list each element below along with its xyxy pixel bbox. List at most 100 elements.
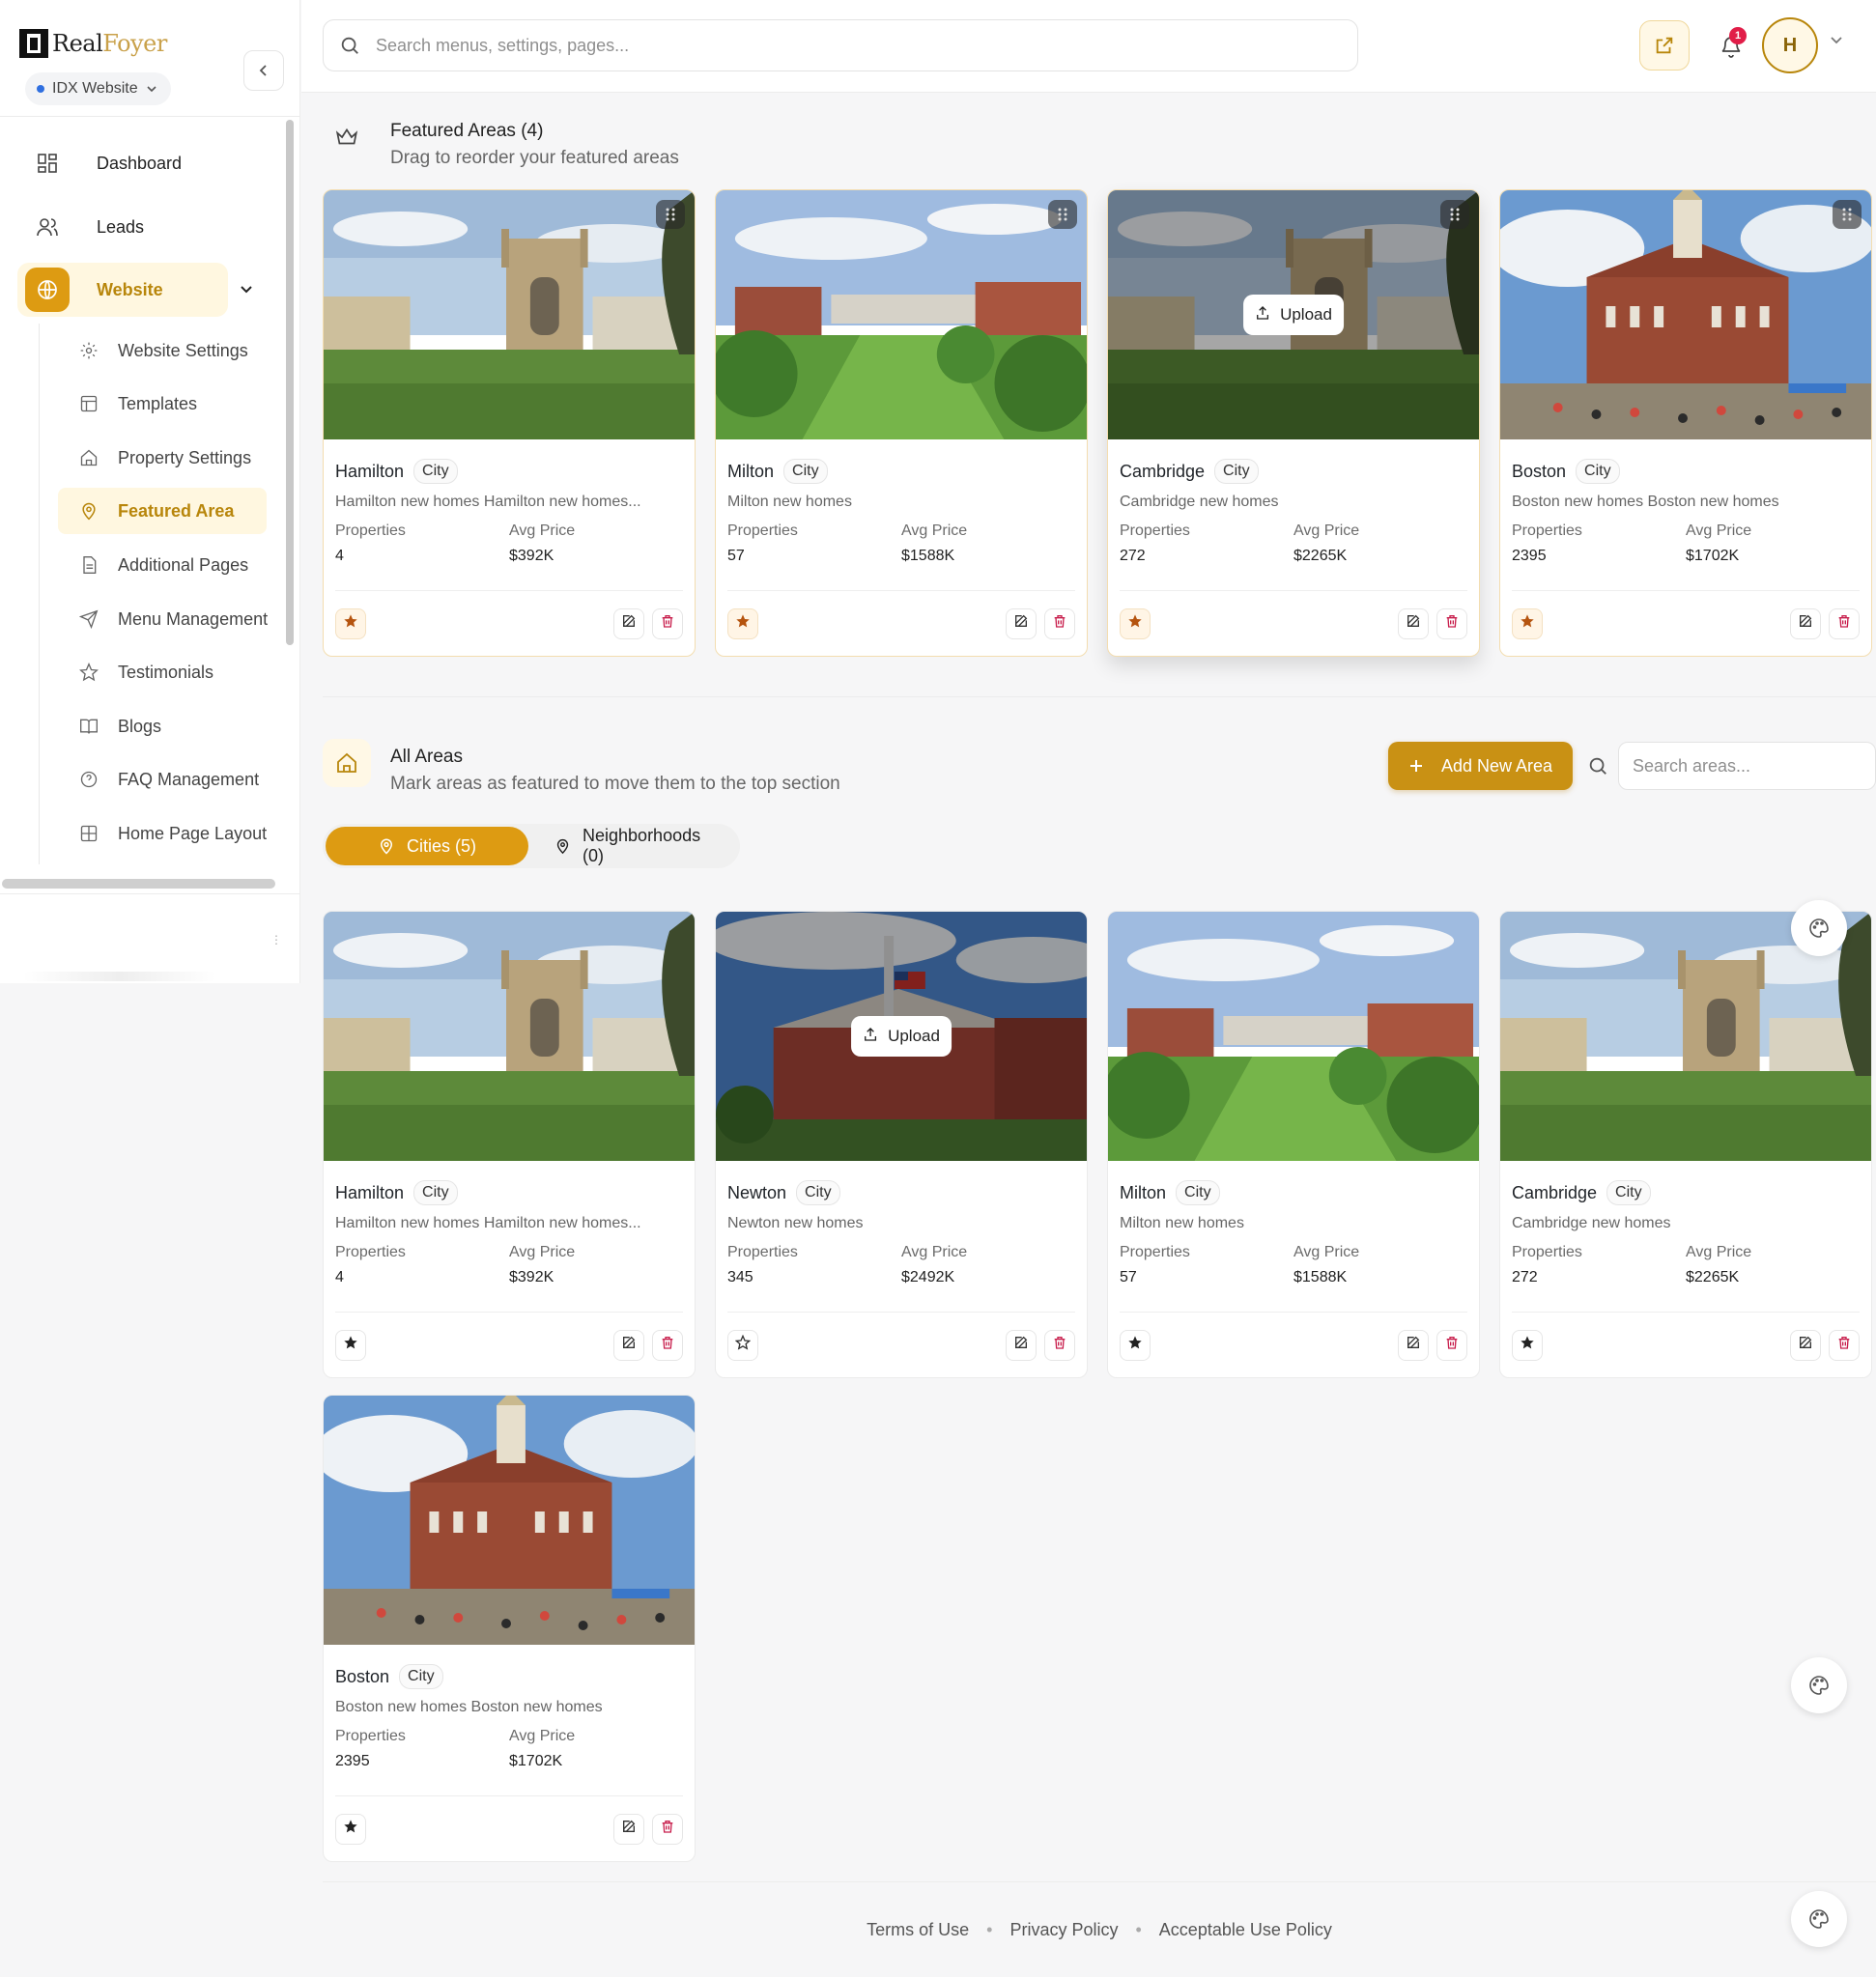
- feature-toggle-button[interactable]: [1120, 1329, 1151, 1361]
- area-image[interactable]: [1500, 190, 1871, 439]
- gear-icon: [80, 342, 98, 359]
- area-image[interactable]: Upload: [716, 912, 1087, 1161]
- sidebar-item-website-settings[interactable]: Website Settings: [58, 327, 286, 374]
- area-card[interactable]: Milton City Milton new homes Properties 5…: [1107, 911, 1480, 1378]
- area-image[interactable]: [324, 1396, 695, 1645]
- tab-neighborhoods[interactable]: Neighborhoods (0): [533, 826, 740, 865]
- properties-count: 345: [727, 1269, 753, 1285]
- area-card[interactable]: Hamilton City Hamilton new homes Hamilto…: [323, 911, 696, 1378]
- site-selector-label: IDX Website: [52, 80, 138, 97]
- delete-button[interactable]: [1436, 1329, 1467, 1361]
- feature-toggle-button[interactable]: [1120, 607, 1151, 639]
- delete-button[interactable]: [652, 1329, 683, 1361]
- drag-handle-icon[interactable]: [1440, 200, 1469, 229]
- sidebar-item-website[interactable]: Website: [17, 263, 228, 317]
- edit-button[interactable]: [1006, 1329, 1037, 1361]
- delete-button[interactable]: [652, 1813, 683, 1845]
- area-name: Newton: [727, 1182, 787, 1202]
- search-icon: [1589, 757, 1606, 775]
- area-search[interactable]: [1618, 742, 1876, 790]
- sidebar-item-blogs[interactable]: Blogs: [58, 703, 286, 749]
- edit-button[interactable]: [1398, 1329, 1429, 1361]
- chevron-down-icon[interactable]: [1830, 36, 1843, 45]
- delete-button[interactable]: [1829, 1329, 1860, 1361]
- open-website-button[interactable]: [1639, 20, 1690, 71]
- more-dots-icon[interactable]: ⋮: [270, 933, 282, 946]
- edit-button[interactable]: [1790, 607, 1821, 639]
- sidebar-item-faq-management[interactable]: FAQ Management: [58, 756, 286, 803]
- area-image[interactable]: [716, 190, 1087, 439]
- delete-button[interactable]: [1436, 607, 1467, 639]
- area-card[interactable]: Hamilton City Hamilton new homes Hamilto…: [323, 189, 696, 657]
- area-card[interactable]: Boston City Boston new homes Boston new …: [323, 1395, 696, 1862]
- feature-toggle-button[interactable]: [1512, 1329, 1543, 1361]
- theme-palette-button[interactable]: [1791, 1657, 1847, 1713]
- terms-link[interactable]: Terms of Use: [867, 1920, 969, 1940]
- area-card[interactable]: Upload Newton City Newton new homes Prop…: [715, 911, 1088, 1378]
- sidebar-item-leads[interactable]: Leads: [25, 201, 144, 253]
- avatar[interactable]: H: [1762, 17, 1818, 73]
- drag-handle-icon[interactable]: [1833, 200, 1862, 229]
- feature-toggle-button[interactable]: [335, 1813, 366, 1845]
- sidebar-item-testimonials[interactable]: Testimonials: [58, 649, 286, 695]
- star-outline-icon: [734, 1334, 752, 1355]
- edit-button[interactable]: [613, 1329, 644, 1361]
- sidebar-item-home-page-layout[interactable]: Home Page Layout: [58, 810, 286, 857]
- sidebar-item-additional-pages[interactable]: Additional Pages: [58, 542, 286, 588]
- area-image[interactable]: [1108, 912, 1479, 1161]
- feature-toggle-button[interactable]: [727, 607, 758, 639]
- feature-toggle-button[interactable]: [727, 1329, 758, 1361]
- edit-button[interactable]: [1790, 1329, 1821, 1361]
- edit-button[interactable]: [613, 607, 644, 639]
- area-card[interactable]: Upload Cambridge City Cambridge new home…: [1107, 189, 1480, 657]
- sidebar-item-menu-management[interactable]: Menu Management: [58, 596, 286, 642]
- properties-count: 4: [335, 548, 344, 564]
- theme-palette-button[interactable]: [1791, 900, 1847, 956]
- drag-handle-icon[interactable]: [656, 200, 685, 229]
- add-new-area-button[interactable]: Add New Area: [1388, 742, 1573, 790]
- sidebar-item-property-settings[interactable]: Property Settings: [58, 435, 286, 481]
- search-input[interactable]: [376, 35, 1342, 56]
- tab-cities[interactable]: Cities (5): [326, 827, 528, 865]
- drag-handle-icon[interactable]: [1048, 200, 1077, 229]
- delete-button[interactable]: [1044, 607, 1075, 639]
- home-icon: [80, 449, 98, 466]
- upload-icon: [863, 1027, 878, 1047]
- featured-subtitle: Drag to reorder your featured areas: [390, 148, 679, 168]
- sidebar-vertical-scrollbar[interactable]: [286, 120, 294, 645]
- area-image[interactable]: [324, 912, 695, 1161]
- edit-button[interactable]: [1398, 607, 1429, 639]
- feature-toggle-button[interactable]: [335, 607, 366, 639]
- brand-logo[interactable]: RealFoyer: [19, 29, 167, 58]
- upload-button[interactable]: Upload: [851, 1016, 952, 1057]
- delete-button[interactable]: [1044, 1329, 1075, 1361]
- feature-toggle-button[interactable]: [335, 1329, 366, 1361]
- collapse-sidebar-button[interactable]: [243, 50, 284, 91]
- sidebar-item-label: FAQ Management: [118, 769, 260, 789]
- area-card[interactable]: Cambridge City Cambridge new homes Prope…: [1499, 911, 1872, 1378]
- area-card[interactable]: Boston City Boston new homes Boston new …: [1499, 189, 1872, 657]
- sidebar-item-featured-area[interactable]: Featured Area: [58, 488, 267, 534]
- sidebar-item-dashboard[interactable]: Dashboard: [25, 137, 182, 189]
- sidebar-item-label: Website: [97, 279, 163, 299]
- area-image[interactable]: Upload: [1108, 190, 1479, 439]
- global-search[interactable]: [323, 19, 1358, 71]
- edit-button[interactable]: [613, 1813, 644, 1845]
- upload-button[interactable]: Upload: [1243, 295, 1344, 335]
- area-image[interactable]: [324, 190, 695, 439]
- privacy-link[interactable]: Privacy Policy: [1009, 1920, 1118, 1940]
- sidebar-item-templates[interactable]: Templates: [58, 381, 286, 427]
- delete-button[interactable]: [1829, 607, 1860, 639]
- sidebar-horizontal-scrollbar[interactable]: [2, 879, 275, 889]
- area-name: Cambridge: [1512, 1182, 1598, 1202]
- all-areas-title: All Areas: [390, 747, 463, 767]
- area-search-input[interactable]: [1633, 755, 1864, 777]
- aup-link[interactable]: Acceptable Use Policy: [1159, 1920, 1332, 1940]
- feature-toggle-button[interactable]: [1512, 607, 1543, 639]
- star-icon: [735, 613, 751, 634]
- chevron-down-icon[interactable]: [240, 285, 253, 295]
- edit-button[interactable]: [1006, 607, 1037, 639]
- delete-button[interactable]: [652, 607, 683, 639]
- site-selector[interactable]: IDX Website: [25, 72, 171, 105]
- area-card[interactable]: Milton City Milton new homes Properties 5…: [715, 189, 1088, 657]
